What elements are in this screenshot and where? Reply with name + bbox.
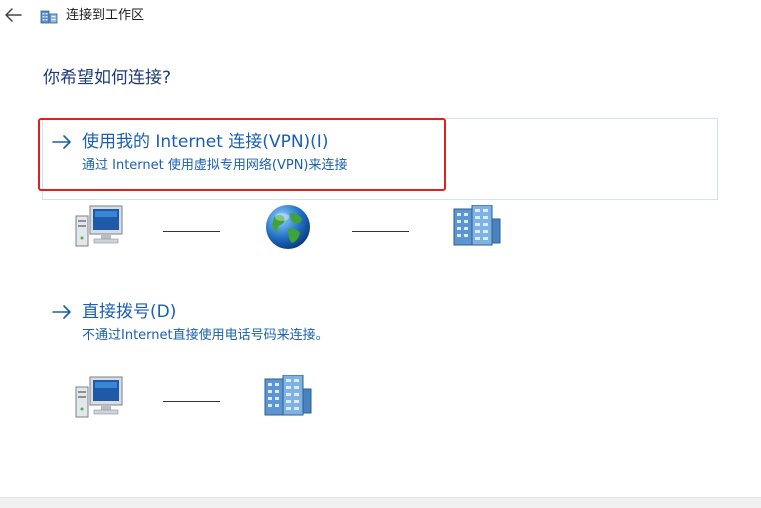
dial-up-option-description: 不通过Internet直接使用电话号码来连接。 — [82, 328, 329, 343]
server-icon — [453, 205, 501, 246]
computer-icon — [75, 205, 123, 247]
server-icon — [264, 375, 312, 416]
arrow-right-icon — [52, 135, 71, 149]
workplace-network-icon — [40, 10, 58, 24]
globe-icon — [266, 205, 310, 249]
connect-to-workplace-window: 连接到工作区 你希望如何连接? 使用我的 Internet 连接(VPN)(I)… — [0, 0, 761, 508]
vpn-option-title: 使用我的 Internet 连接(VPN)(I) — [82, 132, 329, 152]
back-arrow-icon[interactable] — [2, 4, 24, 26]
dial-up-option-title: 直接拨号(D) — [82, 302, 177, 322]
connection-line — [163, 401, 220, 402]
connection-line — [352, 231, 409, 232]
vpn-option-button[interactable]: 使用我的 Internet 连接(VPN)(I) 通过 Internet 使用虚… — [52, 130, 432, 178]
vpn-option-description: 通过 Internet 使用虚拟专用网络(VPN)来连接 — [82, 158, 348, 173]
computer-icon — [75, 376, 123, 418]
page-heading: 你希望如何连接? — [43, 68, 172, 88]
footer-bar — [0, 497, 761, 508]
connection-line — [163, 231, 220, 232]
title-bar: 连接到工作区 — [0, 0, 761, 32]
window-title: 连接到工作区 — [66, 8, 145, 23]
dial-up-option-button[interactable]: 直接拨号(D) 不通过Internet直接使用电话号码来连接。 — [52, 300, 432, 348]
arrow-right-icon — [52, 305, 71, 319]
